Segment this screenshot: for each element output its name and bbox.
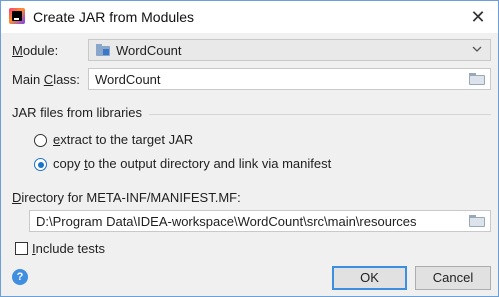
create-jar-dialog: Create JAR from Modules ✕ Module: WordCo… (0, 0, 499, 297)
chevron-down-icon (472, 42, 482, 59)
browse-folder-icon[interactable] (469, 215, 485, 227)
copy-link-radio[interactable] (34, 158, 47, 171)
module-folder-icon (96, 44, 110, 56)
main-class-field[interactable]: WordCount (88, 68, 491, 90)
cancel-button[interactable]: Cancel (415, 266, 491, 290)
ok-button[interactable]: OK (332, 266, 407, 290)
title-bar: Create JAR from Modules ✕ (1, 1, 498, 33)
close-icon[interactable]: ✕ (468, 7, 488, 27)
copy-link-radio-label[interactable]: copy to the output directory and link vi… (53, 156, 331, 171)
include-tests-checkbox[interactable] (15, 242, 28, 255)
module-label: Module: (12, 43, 59, 58)
module-select-value: WordCount (116, 43, 182, 58)
help-icon[interactable]: ? (12, 269, 28, 285)
section-divider (149, 114, 491, 115)
main-class-label: Main Class: (12, 72, 80, 87)
intellij-idea-icon (9, 8, 25, 24)
extract-radio[interactable] (34, 134, 47, 147)
manifest-dir-label: Directory for META-INF/MANIFEST.MF: (12, 190, 241, 205)
manifest-dir-value: D:\Program Data\IDEA-workspace\WordCount… (36, 214, 417, 229)
include-tests-label[interactable]: Include tests (32, 241, 105, 256)
main-class-value: WordCount (95, 72, 161, 87)
manifest-dir-field[interactable]: D:\Program Data\IDEA-workspace\WordCount… (29, 210, 491, 232)
browse-folder-icon[interactable] (469, 73, 485, 85)
module-select[interactable]: WordCount (88, 39, 491, 61)
libraries-section-title: JAR files from libraries (12, 105, 143, 120)
window-title: Create JAR from Modules (33, 9, 195, 25)
extract-radio-label[interactable]: extract to the target JAR (53, 132, 193, 147)
